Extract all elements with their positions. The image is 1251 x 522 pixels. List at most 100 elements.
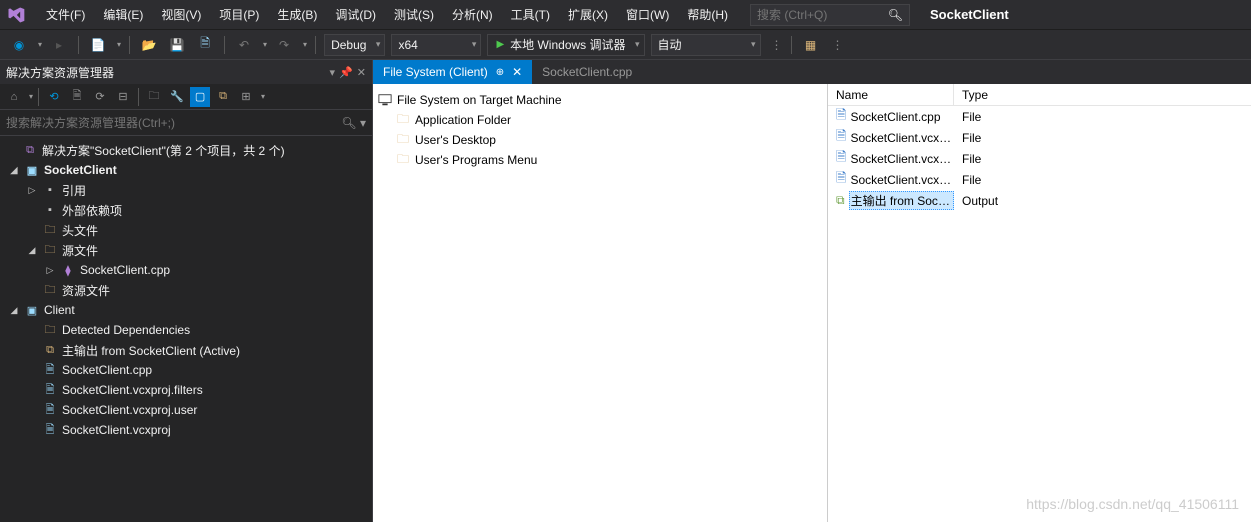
menu-analyze[interactable]: 分析(N) xyxy=(444,2,501,27)
show-all-button[interactable]: 🗀 xyxy=(144,87,164,107)
tree-item[interactable]: 🗀头文件 xyxy=(0,220,372,240)
solution-label: 解决方案"SocketClient"(第 2 个项目，共 2 个) xyxy=(42,142,285,159)
redo-button[interactable]: ↷ xyxy=(273,34,295,56)
menu-file[interactable]: 文件(F) xyxy=(38,2,93,27)
tree-item[interactable]: 🗎SocketClient.cpp xyxy=(0,360,372,380)
tree-item[interactable]: ▪外部依赖项 xyxy=(0,200,372,220)
expander-icon[interactable]: ▷ xyxy=(44,265,56,276)
column-header-type[interactable]: Type xyxy=(954,84,1251,105)
tab-file-system[interactable]: File System (Client) ⊕ ✕ xyxy=(373,60,532,84)
tree-item-label: 外部依赖项 xyxy=(62,202,122,219)
menu-test[interactable]: 测试(S) xyxy=(386,2,442,27)
close-icon[interactable]: ✕ xyxy=(512,65,522,79)
list-item[interactable]: 🗎SocketClient.vcxpr...File xyxy=(828,148,1251,169)
separator xyxy=(791,36,792,54)
search-input[interactable] xyxy=(757,8,887,22)
tree-item[interactable]: 🗎SocketClient.vcxproj xyxy=(0,420,372,440)
close-icon[interactable]: ✕ xyxy=(357,66,366,79)
properties-button[interactable]: 🔧 xyxy=(167,87,187,107)
menu-edit[interactable]: 编辑(E) xyxy=(95,2,151,27)
config-dropdown[interactable]: Debug xyxy=(324,34,385,56)
tree-item-label: Detected Dependencies xyxy=(62,323,190,337)
menu-view[interactable]: 视图(V) xyxy=(153,2,209,27)
menu-build[interactable]: 生成(B) xyxy=(269,2,325,27)
list-item[interactable]: 🗎SocketClient.vcxpr...File xyxy=(828,127,1251,148)
view-code-button[interactable]: ⧉ xyxy=(213,87,233,107)
open-file-button[interactable]: 📂 xyxy=(138,34,160,56)
menu-window[interactable]: 窗口(W) xyxy=(618,2,677,27)
tab-label: File System (Client) xyxy=(383,65,488,79)
target-machine-label: File System on Target Machine xyxy=(397,93,562,107)
document-area: File System (Client) ⊕ ✕ SocketClient.cp… xyxy=(373,60,1251,522)
preview-button[interactable]: ▢ xyxy=(190,87,210,107)
list-item[interactable]: 🗎SocketClient.cppFile xyxy=(828,106,1251,127)
quick-launch-search[interactable]: 🔍︎ xyxy=(750,4,910,26)
home-button[interactable]: ⌂ xyxy=(4,87,24,107)
folder-icon: 🗀 xyxy=(42,242,58,258)
file-system-tree: File System on Target Machine 🗀Applicati… xyxy=(373,84,828,522)
tree-item-label: 资源文件 xyxy=(62,282,110,299)
save-button[interactable]: 💾 xyxy=(166,34,188,56)
tab-label: SocketClient.cpp xyxy=(542,65,632,79)
panel-search-bar[interactable]: 🔍︎ ▾ xyxy=(0,110,372,136)
nav-forward-button[interactable]: ▸ xyxy=(48,34,70,56)
menu-help[interactable]: 帮助(H) xyxy=(679,2,736,27)
solution-tree: ⧉ 解决方案"SocketClient"(第 2 个项目，共 2 个) ◢▣So… xyxy=(0,136,372,522)
menu-project[interactable]: 项目(P) xyxy=(211,2,267,27)
fs-folder-item[interactable]: 🗀Application Folder xyxy=(377,110,823,130)
arrow-icon: ▾ xyxy=(29,92,33,101)
menu-tools[interactable]: 工具(T) xyxy=(503,2,558,27)
document-icon: 🗎 xyxy=(836,169,846,190)
dropdown-icon[interactable]: ▾ xyxy=(330,66,336,79)
solution-root[interactable]: ⧉ 解决方案"SocketClient"(第 2 个项目，共 2 个) xyxy=(0,140,372,160)
pin-icon[interactable]: ⊕ xyxy=(496,67,504,78)
list-item[interactable]: ⧉主输出 from Sock...Output xyxy=(828,190,1251,211)
column-header-name[interactable]: Name xyxy=(828,84,954,105)
tree-item[interactable]: ◢▣Client xyxy=(0,300,372,320)
tree-item[interactable]: 🗎SocketClient.vcxproj.filters xyxy=(0,380,372,400)
expander-icon[interactable]: ◢ xyxy=(8,165,20,176)
tree-item[interactable]: ◢🗀源文件 xyxy=(0,240,372,260)
sync-button[interactable]: ⟲ xyxy=(44,87,64,107)
tab-socketclient-cpp[interactable]: SocketClient.cpp xyxy=(532,60,642,84)
expander-icon[interactable]: ◢ xyxy=(8,305,20,316)
separator xyxy=(78,36,79,54)
solution-search-input[interactable] xyxy=(6,116,306,130)
save-all-button[interactable]: 🗎 xyxy=(194,34,216,56)
pin-icon[interactable]: 📌 xyxy=(339,66,353,79)
tree-item[interactable]: 🗀Detected Dependencies xyxy=(0,320,372,340)
target-machine-node[interactable]: File System on Target Machine xyxy=(377,90,823,110)
tree-item[interactable]: ▷▪引用 xyxy=(0,180,372,200)
panel-toolbar: ⌂ ▾ ⟲ 🗎 ⟳ ⊟ 🗀 🔧 ▢ ⧉ ⊞ ▾ xyxy=(0,84,372,110)
undo-button[interactable]: ↶ xyxy=(233,34,255,56)
list-item[interactable]: 🗎SocketClient.vcxpr...File xyxy=(828,169,1251,190)
menu-debug[interactable]: 调试(D) xyxy=(327,2,384,27)
auto-dropdown[interactable]: 自动 xyxy=(651,34,761,56)
start-label: 本地 Windows 调试器 xyxy=(510,36,625,53)
view-class-button[interactable]: ⊞ xyxy=(236,87,256,107)
folder-icon: 🗀 xyxy=(42,222,58,238)
tree-item[interactable]: ◢▣SocketClient xyxy=(0,160,372,180)
tree-item[interactable]: ▷⧫SocketClient.cpp xyxy=(0,260,372,280)
item-type: File xyxy=(954,169,1251,190)
tree-item[interactable]: 🗀资源文件 xyxy=(0,280,372,300)
tree-item-label: 引用 xyxy=(62,182,86,199)
arrow-icon: ▾ xyxy=(38,40,42,49)
pending-changes-button[interactable]: 🗎 xyxy=(67,87,87,107)
tree-item[interactable]: ⧉主输出 from SocketClient (Active) xyxy=(0,340,372,360)
file-icon: 🗎 xyxy=(42,422,58,438)
nav-back-button[interactable]: ◉ xyxy=(8,34,30,56)
collapse-all-button[interactable]: ⊟ xyxy=(113,87,133,107)
tree-item[interactable]: 🗎SocketClient.vcxproj.user xyxy=(0,400,372,420)
vs-logo-icon xyxy=(4,3,28,27)
platform-dropdown[interactable]: x64 xyxy=(391,34,481,56)
new-project-button[interactable]: 📄 xyxy=(87,34,109,56)
fs-folder-item[interactable]: 🗀User's Desktop xyxy=(377,130,823,150)
refresh-button[interactable]: ⟳ xyxy=(90,87,110,107)
expander-icon[interactable]: ▷ xyxy=(26,185,38,196)
toolbar-extra-button[interactable]: ▦ xyxy=(800,34,822,56)
fs-folder-item[interactable]: 🗀User's Programs Menu xyxy=(377,150,823,170)
start-debug-button[interactable]: ▶ 本地 Windows 调试器 xyxy=(487,34,644,56)
expander-icon[interactable]: ◢ xyxy=(26,245,38,256)
menu-extensions[interactable]: 扩展(X) xyxy=(560,2,616,27)
